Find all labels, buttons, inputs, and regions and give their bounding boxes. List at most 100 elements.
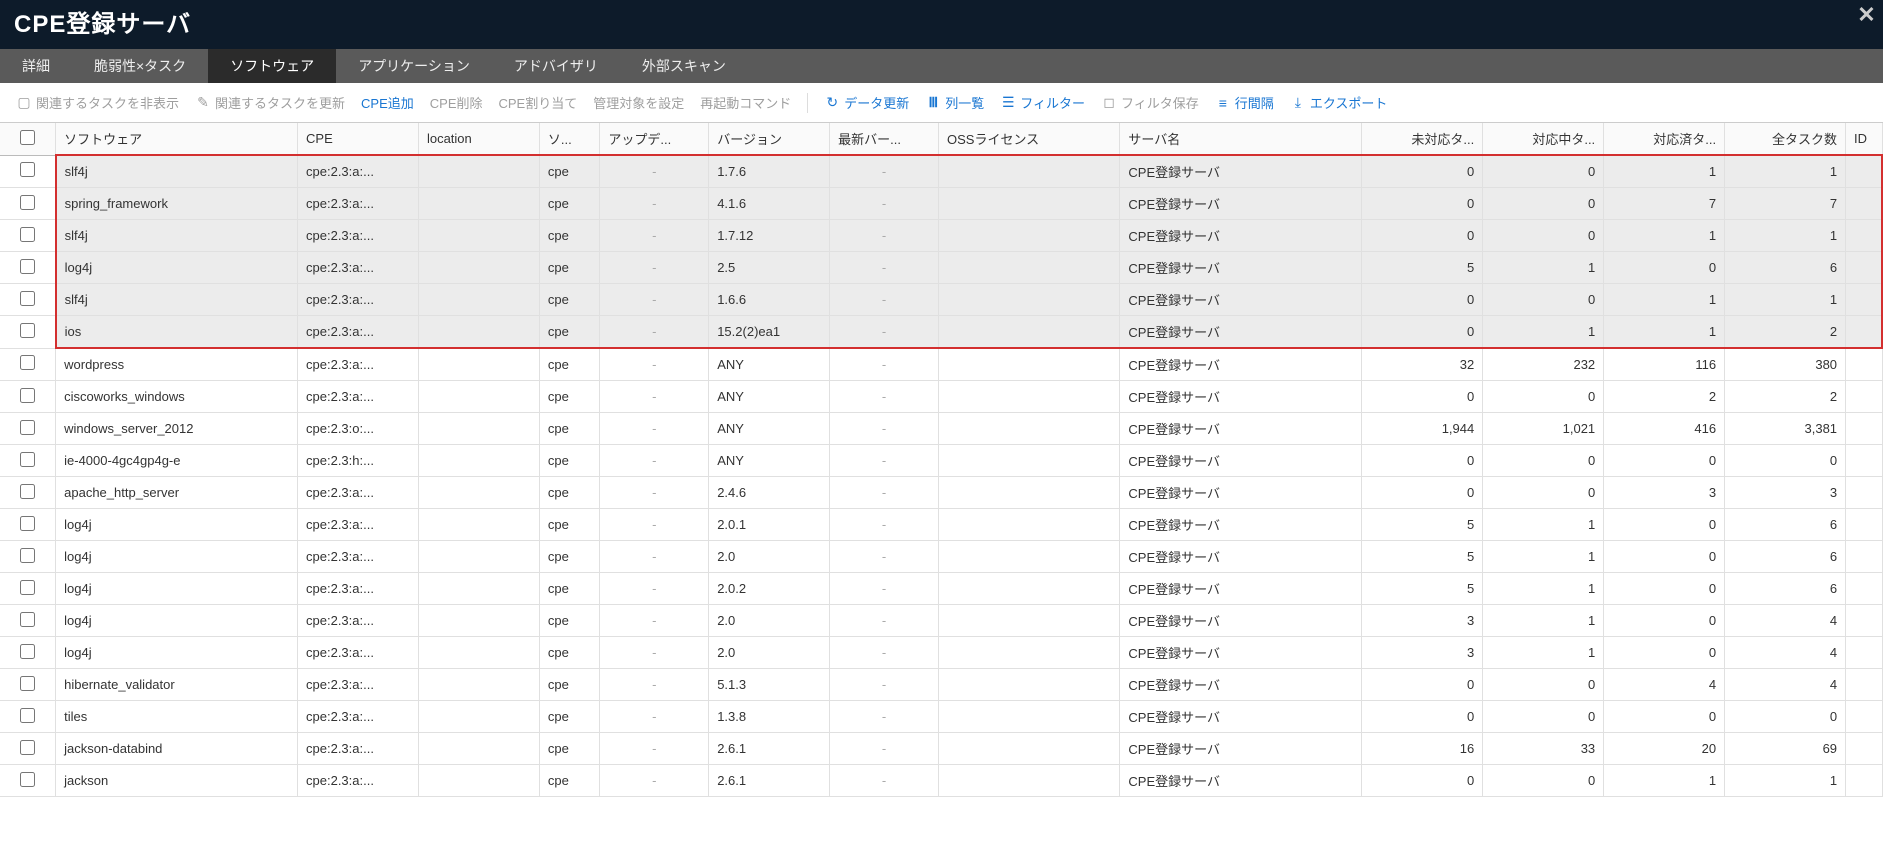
header-latest[interactable]: 最新バー... — [830, 123, 939, 155]
table-row[interactable]: log4jcpe:2.3:a:...cpe-2.0.2-CPE登録サーバ5106 — [0, 573, 1882, 605]
table-row[interactable]: jacksoncpe:2.3:a:...cpe-2.6.1-CPE登録サーバ00… — [0, 765, 1882, 797]
cell-done: 20 — [1604, 733, 1725, 765]
cpe-add-button[interactable]: CPE追加 — [355, 89, 420, 116]
cell-software: slf4j — [56, 220, 298, 252]
cell-oss — [938, 701, 1119, 733]
table-row[interactable]: slf4jcpe:2.3:a:...cpe-1.6.6-CPE登録サーバ0011 — [0, 284, 1882, 316]
header-done[interactable]: 対応済タ... — [1604, 123, 1725, 155]
export-button[interactable]: ⤓ エクスポート — [1284, 89, 1394, 116]
table-row[interactable]: windows_server_2012cpe:2.3:o:...cpe-ANY-… — [0, 413, 1882, 445]
row-checkbox[interactable] — [20, 740, 35, 755]
table-row[interactable]: log4jcpe:2.3:a:...cpe-2.0.1-CPE登録サーバ5106 — [0, 509, 1882, 541]
table-row[interactable]: log4jcpe:2.3:a:...cpe-2.0-CPE登録サーバ5106 — [0, 541, 1882, 573]
row-checkbox[interactable] — [20, 484, 35, 499]
table-row[interactable]: ioscpe:2.3:a:...cpe-15.2(2)ea1-CPE登録サーバ0… — [0, 316, 1882, 349]
tab-ソフトウェア[interactable]: ソフトウェア — [208, 49, 336, 83]
table-row[interactable]: jackson-databindcpe:2.3:a:...cpe-2.6.1-C… — [0, 733, 1882, 765]
header-server[interactable]: サーバ名 — [1120, 123, 1362, 155]
row-checkbox[interactable] — [20, 772, 35, 787]
cell-oss — [938, 413, 1119, 445]
cell-unhandled: 5 — [1362, 252, 1483, 284]
row-spacing-button[interactable]: ≡ 行間隔 — [1209, 89, 1280, 116]
table-row[interactable]: hibernate_validatorcpe:2.3:a:...cpe-5.1.… — [0, 669, 1882, 701]
cell-location — [418, 220, 539, 252]
cell — [0, 413, 56, 445]
cell-oss — [938, 541, 1119, 573]
cell-inprogress: 0 — [1483, 381, 1604, 413]
cell — [0, 701, 56, 733]
row-checkbox[interactable] — [20, 388, 35, 403]
cell-server: CPE登録サーバ — [1120, 188, 1362, 220]
table-row[interactable]: apache_http_servercpe:2.3:a:...cpe-2.4.6… — [0, 477, 1882, 509]
table-row[interactable]: log4jcpe:2.3:a:...cpe-2.0-CPE登録サーバ3104 — [0, 605, 1882, 637]
restart-cmd-button[interactable]: 再起動コマンド — [694, 89, 797, 116]
cell-update: - — [600, 413, 709, 445]
row-checkbox[interactable] — [20, 452, 35, 467]
row-checkbox[interactable] — [20, 548, 35, 563]
header-total[interactable]: 全タスク数 — [1725, 123, 1846, 155]
header-id[interactable]: ID — [1846, 123, 1882, 155]
cpe-delete-button[interactable]: CPE削除 — [424, 89, 489, 116]
cell-done: 1 — [1604, 316, 1725, 349]
row-checkbox[interactable] — [20, 676, 35, 691]
table-row[interactable]: tilescpe:2.3:a:...cpe-1.3.8-CPE登録サーバ0000 — [0, 701, 1882, 733]
save-filter-button[interactable]: ◻ フィルタ保存 — [1095, 89, 1205, 116]
row-checkbox[interactable] — [20, 227, 35, 242]
cell — [0, 605, 56, 637]
row-checkbox[interactable] — [20, 162, 35, 177]
header-version[interactable]: バージョン — [709, 123, 830, 155]
header-update[interactable]: アップデ... — [600, 123, 709, 155]
table-row[interactable]: slf4jcpe:2.3:a:...cpe-1.7.6-CPE登録サーバ0011 — [0, 155, 1882, 188]
table-row[interactable]: ciscoworks_windowscpe:2.3:a:...cpe-ANY-C… — [0, 381, 1882, 413]
cell — [0, 445, 56, 477]
close-icon[interactable]: ✕ — [1855, 2, 1879, 28]
cell-cpe: cpe:2.3:a:... — [298, 155, 419, 188]
header-software[interactable]: ソフトウェア — [56, 123, 298, 155]
row-checkbox[interactable] — [20, 420, 35, 435]
columns-icon: Ⅲ — [925, 95, 941, 111]
hide-tasks-button[interactable]: ▢ 関連するタスクを非表示 — [10, 89, 185, 116]
header-cpe[interactable]: CPE — [298, 123, 419, 155]
cell-server: CPE登録サーバ — [1120, 509, 1362, 541]
tab-アドバイザリ[interactable]: アドバイザリ — [492, 49, 620, 83]
table-row[interactable]: ie-4000-4gc4gp4g-ecpe:2.3:h:...cpe-ANY-C… — [0, 445, 1882, 477]
row-checkbox[interactable] — [20, 323, 35, 338]
filter-button[interactable]: ☰ フィルター — [994, 89, 1091, 116]
header-inprogress[interactable]: 対応中タ... — [1483, 123, 1604, 155]
table-row[interactable]: spring_frameworkcpe:2.3:a:...cpe-4.1.6-C… — [0, 188, 1882, 220]
row-checkbox[interactable] — [20, 516, 35, 531]
cpe-assign-button[interactable]: CPE割り当て — [493, 89, 584, 116]
row-checkbox[interactable] — [20, 195, 35, 210]
row-checkbox[interactable] — [20, 612, 35, 627]
columns-button[interactable]: Ⅲ 列一覧 — [919, 89, 990, 116]
header-source[interactable]: ソ... — [539, 123, 599, 155]
cell-inprogress: 1 — [1483, 316, 1604, 349]
header-oss[interactable]: OSSライセンス — [938, 123, 1119, 155]
table-row[interactable]: log4jcpe:2.3:a:...cpe-2.5-CPE登録サーバ5106 — [0, 252, 1882, 284]
cell-done: 7 — [1604, 188, 1725, 220]
header-checkbox[interactable] — [0, 123, 56, 155]
row-checkbox[interactable] — [20, 708, 35, 723]
row-checkbox[interactable] — [20, 291, 35, 306]
tab-脆弱性×タスク[interactable]: 脆弱性×タスク — [72, 49, 208, 83]
table-row[interactable]: log4jcpe:2.3:a:...cpe-2.0-CPE登録サーバ3104 — [0, 637, 1882, 669]
cell-inprogress: 1 — [1483, 509, 1604, 541]
cell-id — [1846, 477, 1882, 509]
header-location[interactable]: location — [418, 123, 539, 155]
refresh-button[interactable]: ↻ データ更新 — [818, 89, 915, 116]
cell-oss — [938, 284, 1119, 316]
set-target-button[interactable]: 管理対象を設定 — [587, 89, 690, 116]
tab-詳細[interactable]: 詳細 — [0, 49, 72, 83]
tab-外部スキャン[interactable]: 外部スキャン — [620, 49, 748, 83]
row-checkbox[interactable] — [20, 580, 35, 595]
cell-inprogress: 33 — [1483, 733, 1604, 765]
row-checkbox[interactable] — [20, 355, 35, 370]
select-all-checkbox[interactable] — [20, 130, 35, 145]
tab-アプリケーション[interactable]: アプリケーション — [336, 49, 492, 83]
header-unhandled[interactable]: 未対応タ... — [1362, 123, 1483, 155]
row-checkbox[interactable] — [20, 644, 35, 659]
table-row[interactable]: wordpresscpe:2.3:a:...cpe-ANY-CPE登録サーバ32… — [0, 348, 1882, 381]
table-row[interactable]: slf4jcpe:2.3:a:...cpe-1.7.12-CPE登録サーバ001… — [0, 220, 1882, 252]
row-checkbox[interactable] — [20, 259, 35, 274]
update-tasks-button[interactable]: ✎ 関連するタスクを更新 — [189, 89, 351, 116]
